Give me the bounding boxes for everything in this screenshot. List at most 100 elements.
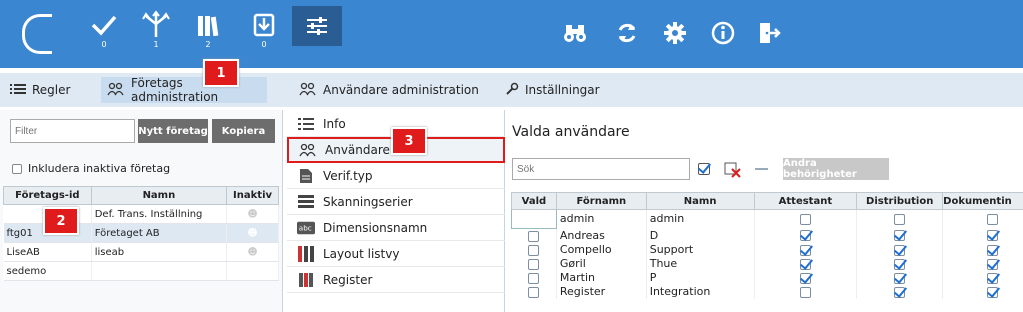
table-row[interactable]: LiseAB liseab ☻ [3, 242, 279, 262]
menu-item-dimension-names[interactable]: abc Dimensionsnamn [287, 215, 505, 241]
distribute-button[interactable]: 1 [140, 10, 172, 54]
info-icon[interactable] [710, 20, 736, 46]
include-inactive-checkbox[interactable] [12, 163, 22, 174]
distribution-checkbox[interactable] [894, 286, 906, 298]
app-logo [22, 14, 52, 54]
select-all-checkbox[interactable] [698, 162, 710, 175]
split-arrows-icon [140, 10, 172, 40]
menu-item-voucher-type-label: Verif.typ [323, 168, 373, 183]
menu-item-list-layout[interactable]: Layout listvy [287, 241, 505, 267]
column-header-document[interactable]: Dokumentin [942, 192, 1023, 210]
include-inactive-row[interactable]: Inkludera inaktiva företag [12, 162, 170, 175]
archive-button[interactable]: 2 [192, 10, 224, 54]
column-header-name[interactable]: Namn [90, 186, 228, 205]
approve-button[interactable]: 0 [88, 10, 120, 54]
copy-button[interactable]: Kopiera [212, 119, 275, 143]
distribute-count: 1 [153, 40, 159, 49]
selected-checkbox[interactable] [528, 230, 540, 242]
column-header-distribution[interactable]: Distribution [856, 192, 944, 210]
menu-item-scan-series[interactable]: Skanningserier [287, 189, 505, 215]
binoculars-icon[interactable] [562, 20, 588, 46]
tab-company-administration[interactable]: Företags administration [101, 76, 267, 104]
menu-item-list-layout-label: Layout listvy [323, 246, 400, 261]
selected-users-panel: Valda användare Ändra behörigheter Vald … [506, 110, 1023, 312]
company-name-cell: Företaget AB [91, 223, 228, 243]
document-checkbox[interactable] [987, 258, 999, 270]
include-inactive-label: Inkludera inaktiva företag [28, 162, 171, 175]
company-name-cell: Def. Trans. Inställning [91, 204, 228, 224]
document-checkbox[interactable] [987, 272, 999, 284]
gear-icon[interactable] [662, 20, 688, 46]
last-name-cell: P [646, 271, 755, 285]
column-header-first-name[interactable]: Förnamn [555, 192, 647, 210]
column-header-attestant[interactable]: Attestant [753, 192, 858, 210]
document-checkbox[interactable] [987, 286, 999, 298]
last-name-cell: admin [646, 209, 755, 229]
list-icon [297, 115, 315, 133]
selected-checkbox[interactable] [528, 244, 540, 256]
deselect-all-icon[interactable] [724, 162, 742, 181]
panel-title: Valda användare [512, 124, 630, 140]
document-icon [297, 167, 315, 185]
tab-user-administration[interactable]: Användare administration [293, 77, 485, 103]
selected-checkbox[interactable] [528, 272, 540, 284]
table-row[interactable]: Register Integration [511, 285, 1023, 299]
table-row[interactable]: admin admin [511, 209, 1023, 229]
user-icon: ☻ [247, 227, 258, 239]
top-toolbar: 0 1 2 0 [0, 0, 1023, 68]
table-row[interactable]: Gøril Thue [511, 257, 1023, 271]
column-header-company-id[interactable]: Företags-id [3, 186, 92, 205]
first-name-cell: Martin [556, 271, 647, 285]
selected-checkbox[interactable] [528, 286, 540, 298]
import-button[interactable]: 0 [248, 10, 280, 54]
menu-item-register[interactable]: Register [287, 267, 505, 293]
distribution-checkbox[interactable] [894, 213, 906, 225]
distribution-checkbox[interactable] [894, 258, 906, 270]
table-row[interactable]: sedemo [3, 261, 279, 281]
inactive-cell: ☻ [226, 242, 279, 262]
document-checkbox[interactable] [987, 230, 999, 242]
attestant-checkbox[interactable] [799, 272, 811, 284]
company-id-cell: LiseAB [3, 242, 92, 262]
selected-cell-focused[interactable] [511, 209, 557, 229]
refresh-icon[interactable] [614, 20, 640, 46]
selected-checkbox[interactable] [528, 258, 540, 270]
table-row[interactable]: Andreas D [511, 228, 1023, 243]
company-id-cell: sedemo [3, 261, 92, 281]
sliders-icon [292, 6, 342, 36]
settings-tab-button[interactable] [292, 6, 342, 46]
minus-icon[interactable] [755, 168, 768, 170]
logout-icon[interactable] [756, 20, 782, 46]
company-name-cell [91, 261, 228, 281]
attestant-checkbox[interactable] [799, 244, 811, 256]
tab-rules[interactable]: Regler [4, 77, 76, 103]
inactive-cell: ☻ [226, 223, 279, 243]
document-checkbox[interactable] [987, 244, 999, 256]
last-name-cell: Thue [646, 257, 755, 271]
distribution-checkbox[interactable] [894, 272, 906, 284]
document-checkbox[interactable] [987, 213, 999, 225]
distribution-checkbox[interactable] [894, 230, 906, 242]
menu-item-voucher-type[interactable]: Verif.typ [287, 163, 505, 189]
attestant-checkbox[interactable] [799, 230, 811, 242]
user-search-input[interactable] [512, 158, 690, 180]
columns-icon [297, 245, 315, 263]
tab-rules-label: Regler [32, 83, 71, 97]
table-row[interactable]: Martin P [511, 271, 1023, 285]
attestant-checkbox[interactable] [799, 258, 811, 270]
column-header-inactive[interactable]: Inaktiv [226, 186, 279, 205]
attestant-checkbox[interactable] [799, 286, 811, 298]
table-row[interactable]: Compello Support [511, 243, 1023, 257]
new-company-button[interactable]: Nytt företag [138, 119, 208, 143]
users-icon [107, 82, 125, 99]
attestant-checkbox[interactable] [799, 213, 811, 225]
menu-item-dimension-names-label: Dimensionsnamn [323, 220, 428, 235]
change-permissions-button[interactable]: Ändra behörigheter [783, 158, 889, 180]
column-header-selected[interactable]: Vald [511, 192, 557, 210]
callout-badge-2: 2 [43, 207, 79, 235]
tab-settings[interactable]: Inställningar [499, 77, 606, 103]
company-filter-input[interactable] [10, 119, 135, 143]
column-header-name[interactable]: Namn [645, 192, 755, 210]
import-count: 0 [261, 40, 267, 49]
distribution-checkbox[interactable] [894, 244, 906, 256]
